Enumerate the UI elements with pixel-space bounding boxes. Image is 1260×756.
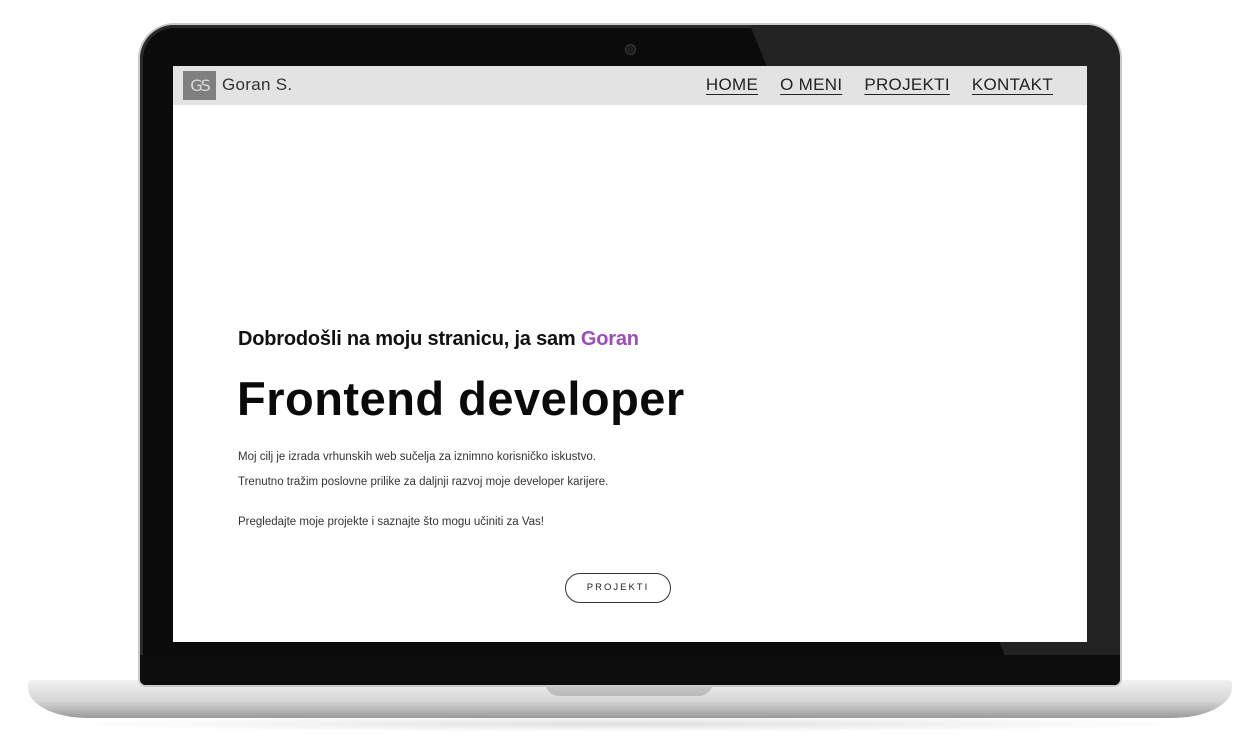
nav-about[interactable]: O MENI xyxy=(780,75,842,95)
main-nav: HOME O MENI PROJEKTI KONTAKT xyxy=(706,75,1053,95)
welcome-heading: Dobrodošli na moju stranicu, ja sam Gora… xyxy=(238,328,639,351)
browser-viewport: GS Goran S. HOME O MENI PROJEKTI KONTAKT… xyxy=(173,66,1087,642)
intro-paragraph-2: Trenutno tražim poslovne prilike za dalj… xyxy=(238,476,609,488)
welcome-text: Dobrodošli na moju stranicu, ja sam xyxy=(238,328,581,350)
nav-projects[interactable]: PROJEKTI xyxy=(864,75,950,95)
bezel-bottom xyxy=(140,655,1120,685)
projects-button[interactable]: PROJEKTI xyxy=(565,573,671,603)
logo[interactable]: GS xyxy=(183,71,216,100)
hero-headline: Frontend developer xyxy=(237,372,685,425)
intro-paragraph-3: Pregledajte moje projekte i saznajte što… xyxy=(238,516,544,528)
nav-contact[interactable]: KONTAKT xyxy=(972,75,1053,95)
welcome-name: Goran xyxy=(580,328,639,350)
nav-home[interactable]: HOME xyxy=(706,75,758,95)
intro-paragraph-1: Moj cilj je izrada vrhunskih web sučelja… xyxy=(238,451,596,463)
laptop-base xyxy=(28,680,1232,718)
brand-name[interactable]: Goran S. xyxy=(222,75,292,95)
laptop-shadow xyxy=(60,716,1200,732)
webcam-icon xyxy=(625,44,636,55)
navbar: GS Goran S. HOME O MENI PROJEKTI KONTAKT xyxy=(173,66,1087,105)
